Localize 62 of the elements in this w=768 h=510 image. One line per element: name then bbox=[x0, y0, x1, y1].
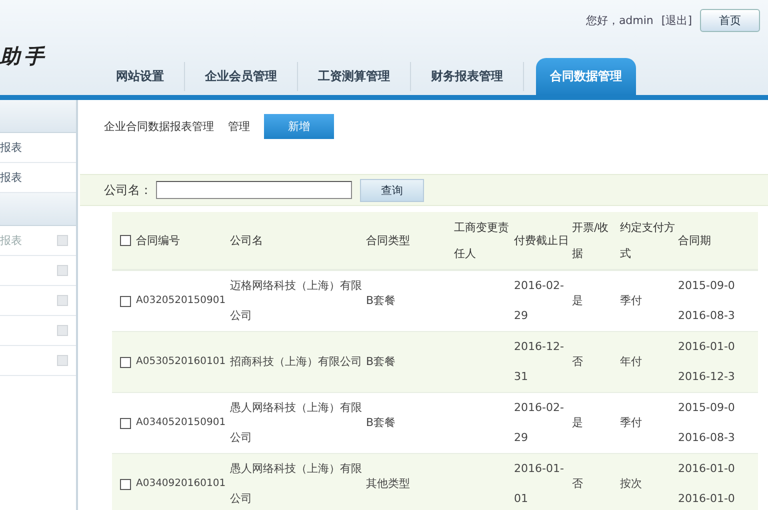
logo: 助手 bbox=[0, 43, 49, 70]
company-search-field[interactable] bbox=[156, 181, 352, 199]
page-title: 企业合同数据报表管理 bbox=[104, 118, 214, 134]
nav-tab[interactable]: 财务报表管理 bbox=[411, 62, 524, 91]
column-header: 合同类型 bbox=[366, 232, 410, 248]
table-cell-text: 愚人网络科技（上海）有限公司 bbox=[230, 400, 363, 446]
column-header: 工商变更责任人 bbox=[454, 220, 510, 262]
table-cell-text: 2016-01-0 bbox=[678, 339, 735, 355]
table-cell-text: A0340520150901 bbox=[136, 416, 226, 430]
table-cell-text: 季付 bbox=[620, 293, 642, 309]
table-cell-text: 2015-09-0 bbox=[678, 400, 735, 416]
table-cell-text: A0340920160101 bbox=[136, 477, 226, 491]
column-header: 开票/收据 bbox=[572, 220, 610, 262]
table-cell-text: 迈格网络科技（上海）有限公司 bbox=[230, 278, 363, 324]
table-cell-text: 2016-08-3 bbox=[678, 308, 735, 324]
table-cell-text: 按次 bbox=[620, 476, 642, 492]
table-cell-text: 否 bbox=[572, 476, 583, 492]
checkbox[interactable] bbox=[120, 356, 131, 368]
table-row[interactable]: A0530520160101 招商科技（上海）有限公司 B套餐 2016-12-31 否 年付 2016-01-0 2016-12-3 bbox=[112, 332, 758, 393]
table-cell-text: 2016-01-01 bbox=[514, 461, 565, 507]
column-header: 公司名 bbox=[230, 232, 263, 248]
table-cell-text: 否 bbox=[572, 354, 583, 370]
table-cell-text: 愚人网络科技（上海）有限公司 bbox=[230, 461, 363, 507]
table-cell-text: A0530520160101 bbox=[136, 355, 226, 369]
sidebar-item[interactable]: 报表 bbox=[0, 170, 22, 185]
table-cell-text: 2016-08-3 bbox=[678, 430, 735, 446]
search-label: 公司名： bbox=[104, 182, 152, 198]
table-cell-text: 是 bbox=[572, 293, 583, 309]
table-cell-text: 季付 bbox=[620, 415, 642, 431]
checkbox[interactable] bbox=[120, 235, 131, 246]
table-cell-text: B套餐 bbox=[366, 354, 396, 370]
nav-tab[interactable]: 工资测算管理 bbox=[298, 62, 411, 91]
action-label: 管理 bbox=[228, 118, 250, 134]
table-cell-text: A0320520150901 bbox=[136, 294, 226, 308]
table-cell-text: 2016-01-0 bbox=[678, 461, 735, 477]
table-cell-text: 2016-01-0 bbox=[678, 491, 735, 507]
logout-link[interactable]: [退出] bbox=[661, 12, 692, 28]
greeting: 您好，admin bbox=[586, 12, 654, 28]
nav-tab[interactable]: 企业会员管理 bbox=[185, 62, 298, 91]
column-header: 约定支付方式 bbox=[620, 220, 675, 262]
table-cell-text: 2016-02-29 bbox=[514, 400, 565, 446]
table-cell-text: 是 bbox=[572, 415, 583, 431]
checkbox[interactable] bbox=[120, 478, 131, 490]
table-cell-text: 2016-12-3 bbox=[678, 369, 735, 385]
table-row[interactable]: A0340920160101 愚人网络科技（上海）有限公司 其他类型 2016-01-01 否 按次 2016-01-0 2016-01-0 bbox=[112, 454, 758, 510]
table-cell-text: B套餐 bbox=[366, 415, 396, 431]
table-cell-text: 年付 bbox=[620, 354, 642, 370]
column-header: 付费截止日 bbox=[514, 232, 569, 248]
sidebar-item[interactable]: 报表 bbox=[0, 140, 22, 155]
table-cell-text: 其他类型 bbox=[366, 476, 410, 492]
checkbox[interactable] bbox=[120, 296, 131, 306]
column-header: 合同编号 bbox=[136, 232, 180, 248]
table-cell-text: B套餐 bbox=[366, 293, 396, 309]
table-cell-text: 招商科技（上海）有限公司 bbox=[230, 354, 362, 370]
nav-tab[interactable]: 网站设置 bbox=[96, 62, 185, 91]
checkbox[interactable] bbox=[120, 418, 131, 428]
table-cell-text: 2015-09-0 bbox=[678, 278, 735, 294]
table-cell-text: 2016-12-31 bbox=[514, 339, 565, 385]
column-header: 合同期 bbox=[678, 232, 711, 248]
table-cell-text: 2016-02-29 bbox=[514, 278, 565, 324]
home-button[interactable]: 首页 bbox=[700, 8, 760, 32]
search-button[interactable]: 查询 bbox=[360, 178, 424, 202]
